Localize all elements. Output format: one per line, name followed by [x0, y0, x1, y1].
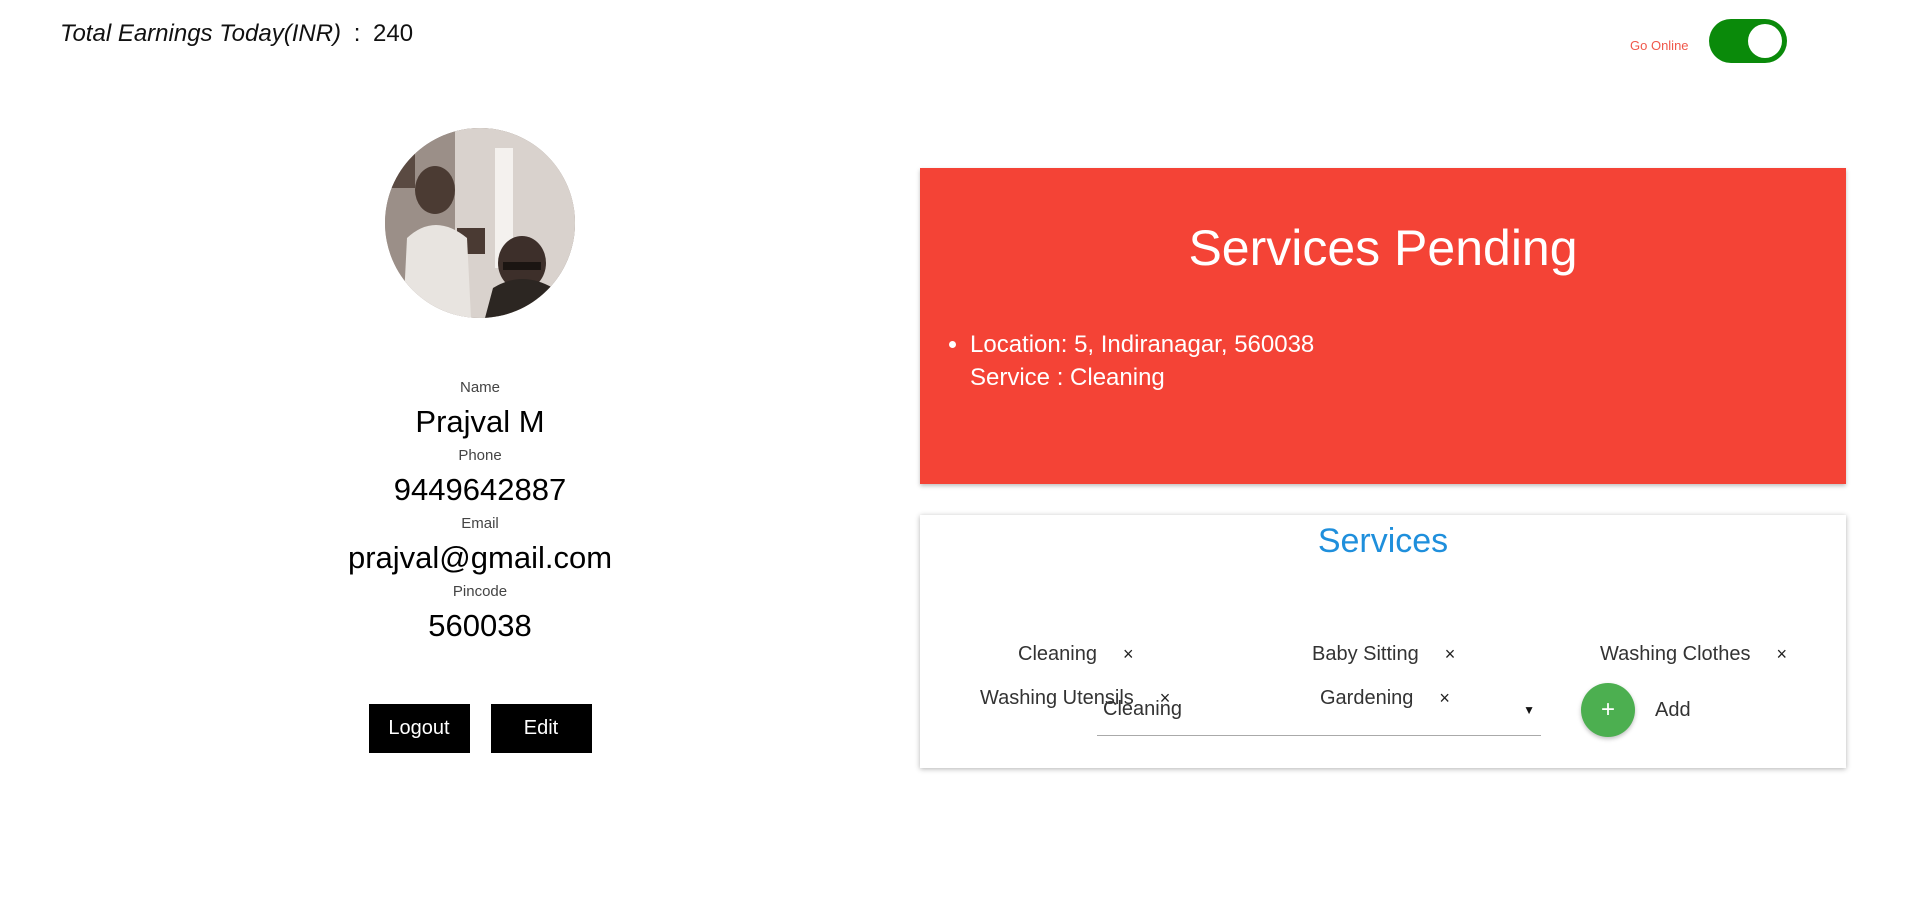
pending-list: Location: 5, Indiranagar, 560038 Service…	[970, 328, 1846, 394]
add-service-row: Cleaning ▼ + Add	[1097, 683, 1691, 737]
service-select[interactable]: Cleaning ▼	[1097, 684, 1541, 736]
service-chip: Washing Clothes ×	[1600, 643, 1787, 666]
name-value: Prajval M	[415, 404, 545, 439]
phone-label: Phone	[458, 447, 502, 464]
plus-icon: +	[1600, 696, 1615, 723]
service-chip-label: Baby Sitting	[1312, 643, 1419, 665]
profile-panel: Name Prajval M Phone 9449642887 Email pr…	[280, 128, 680, 753]
pending-item-service: Service : Cleaning	[970, 364, 1165, 391]
profile-actions: Logout Edit	[280, 704, 680, 753]
email-label: Email	[461, 515, 499, 532]
service-chip: Baby Sitting ×	[1312, 643, 1455, 666]
earnings-value: 240	[373, 20, 414, 47]
services-card: Services Cleaning × Baby Sitting × Washi…	[920, 515, 1846, 768]
services-pending-title: Services Pending	[1188, 220, 1578, 276]
add-label: Add	[1655, 698, 1691, 721]
add-service-button[interactable]: +	[1581, 683, 1635, 737]
pending-item: Location: 5, Indiranagar, 560038 Service…	[970, 328, 1846, 394]
go-online-label: Go Online	[1630, 37, 1689, 53]
toggle-knob	[1747, 24, 1782, 58]
service-chip-label: Cleaning	[1018, 643, 1097, 665]
pending-item-location: Location: 5, Indiranagar, 560038	[970, 331, 1315, 358]
chevron-down-icon: ▼	[1523, 702, 1535, 717]
phone-value: 9449642887	[393, 472, 567, 507]
services-pending-card: Services Pending Location: 5, Indiranaga…	[920, 168, 1846, 484]
service-chip-label: Washing Clothes	[1600, 643, 1751, 665]
online-toggle-group: Go Online	[1630, 19, 1787, 63]
remove-chip-icon[interactable]: ×	[1776, 644, 1787, 665]
avatar	[385, 128, 575, 318]
pincode-value: 560038	[428, 608, 532, 643]
earnings-separator: :	[353, 20, 361, 47]
earnings-label: Total Earnings Today(INR)	[60, 20, 342, 47]
services-title: Services	[1317, 522, 1449, 560]
service-select-value: Cleaning	[1103, 698, 1182, 720]
service-chip: Cleaning ×	[1018, 643, 1133, 666]
edit-button[interactable]: Edit	[490, 704, 592, 753]
remove-chip-icon[interactable]: ×	[1123, 644, 1134, 665]
logout-button[interactable]: Logout	[368, 704, 470, 753]
pincode-label: Pincode	[452, 583, 508, 600]
earnings-summary: Total Earnings Today(INR) : 240	[60, 20, 413, 48]
remove-chip-icon[interactable]: ×	[1445, 644, 1456, 665]
email-value: prajval@gmail.com	[347, 540, 613, 575]
profile-photo-icon	[385, 128, 575, 318]
service-chip-list: Cleaning × Baby Sitting × Washing Clothe…	[920, 563, 1846, 709]
go-online-toggle[interactable]	[1708, 19, 1787, 63]
name-label: Name	[459, 379, 500, 396]
